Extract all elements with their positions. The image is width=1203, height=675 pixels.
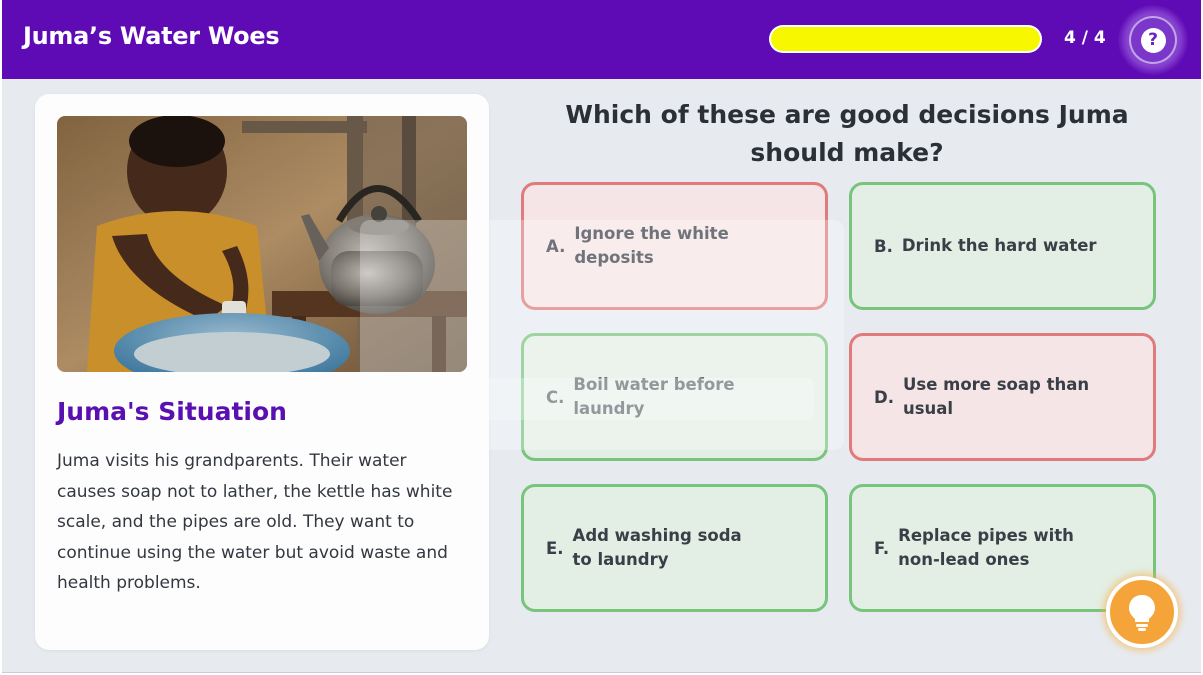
option-e[interactable]: E. Add washing soda to laundry [521, 484, 828, 612]
app-title: Juma’s Water Woes [23, 22, 280, 50]
progress-fill [771, 27, 1040, 51]
option-letter: E. [546, 538, 564, 558]
question-mark-icon: ? [1140, 27, 1166, 53]
progress-bar [769, 25, 1042, 53]
option-letter: D. [874, 387, 894, 407]
option-b[interactable]: B. Drink the hard water [849, 182, 1156, 310]
hint-button[interactable] [1106, 576, 1178, 648]
progress-count: 4 / 4 [1064, 28, 1106, 48]
situation-title: Juma's Situation [57, 397, 287, 426]
quiz-screen: Juma’s Water Woes 4 / 4 ? Juma's Situati… [2, 0, 1201, 673]
option-label: Use more soap than usual [902, 375, 1090, 418]
faded-feedback-bar [394, 378, 814, 420]
lightbulb-icon [1129, 595, 1155, 631]
header-bar: Juma’s Water Woes 4 / 4 ? [2, 0, 1201, 79]
option-label: Drink the hard water [901, 236, 1097, 255]
option-d[interactable]: D. Use more soap than usual [849, 333, 1156, 461]
question-text: Which of these are good decisions Juma s… [565, 100, 1129, 167]
situation-text: Juma visits his grandparents. Their wate… [57, 451, 453, 593]
option-letter: F. [874, 538, 890, 558]
option-label: Replace pipes with non-lead ones [898, 526, 1074, 569]
help-button[interactable]: ? [1129, 16, 1177, 64]
option-letter: B. [874, 236, 893, 256]
option-label: Add washing soda to laundry [572, 526, 742, 569]
